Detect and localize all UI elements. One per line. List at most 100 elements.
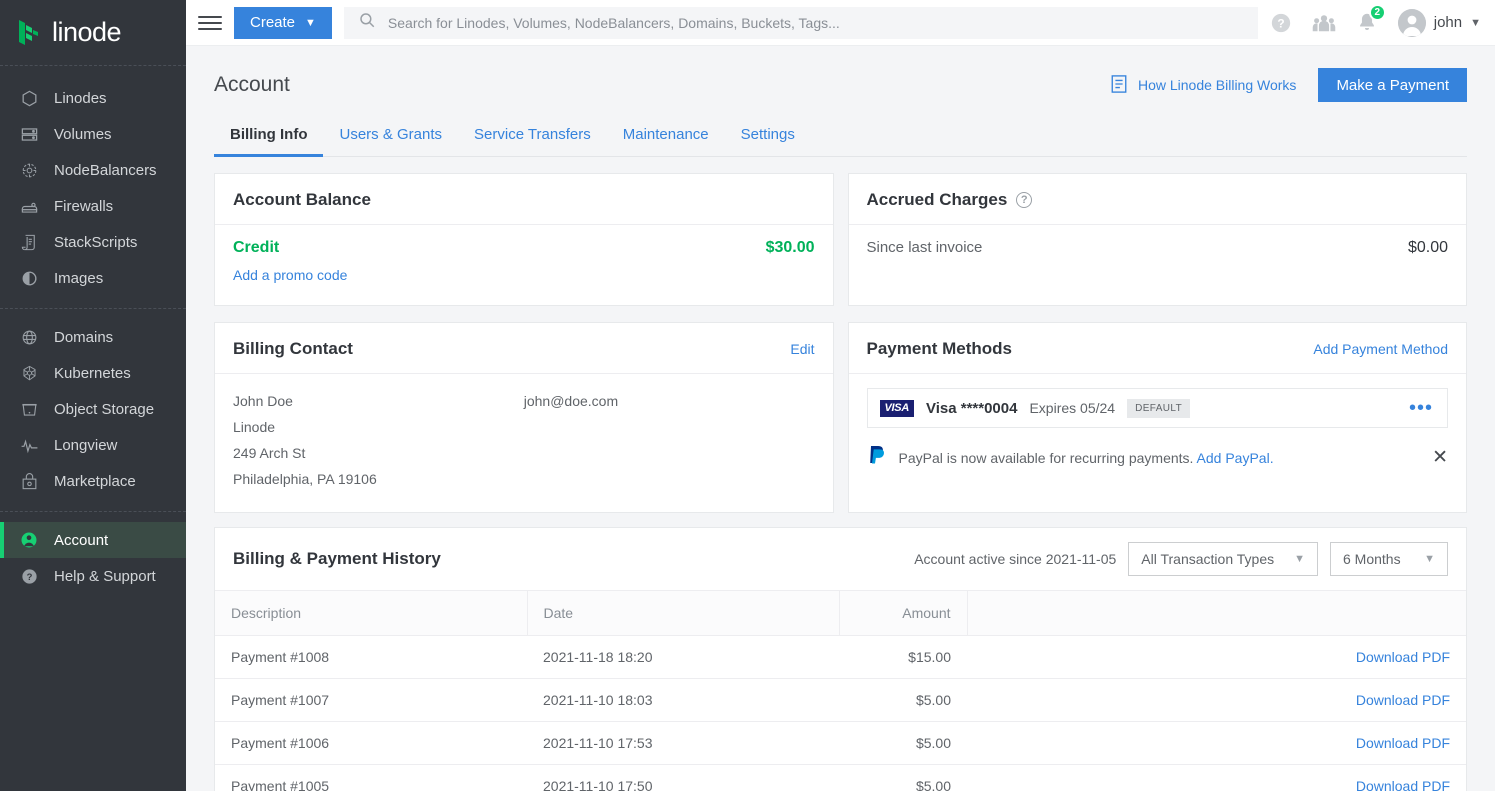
paypal-icon — [867, 444, 887, 471]
contact-email-col: john@doe.com — [524, 388, 815, 492]
row-description: Payment #1005 — [215, 765, 527, 791]
table-header: Description Date Amount — [215, 591, 1466, 636]
billing-history-title: Billing & Payment History — [233, 549, 441, 569]
sidebar-item-account[interactable]: Account — [0, 522, 186, 558]
tab-billing-info[interactable]: Billing Info — [214, 118, 323, 157]
search-bar[interactable] — [344, 7, 1258, 39]
account-balance-header: Account Balance — [215, 174, 833, 225]
tab-maintenance[interactable]: Maintenance — [607, 118, 725, 157]
sidebar-item-volumes[interactable]: Volumes — [0, 116, 186, 152]
sidebar-item-nodebalancers[interactable]: NodeBalancers — [0, 152, 186, 188]
notifications-bell-icon[interactable]: 2 — [1356, 11, 1378, 34]
add-payment-method-link[interactable]: Add Payment Method — [1313, 341, 1448, 357]
sidebar-item-marketplace[interactable]: Marketplace — [0, 463, 186, 499]
contact-address2: Philadelphia, PA 19106 — [233, 466, 524, 492]
table-row[interactable]: Payment #1005 2021-11-10 17:50 $5.00 Dow… — [215, 765, 1466, 791]
payment-method-row[interactable]: VISA Visa ****0004 Expires 05/24 DEFAULT… — [867, 388, 1449, 428]
balance-amount: $30.00 — [766, 239, 815, 257]
download-pdf-link[interactable]: Download PDF — [1356, 778, 1450, 791]
sidebar-item-longview[interactable]: Longview — [0, 427, 186, 463]
sidebar: linode Linodes Volumes — [0, 0, 186, 791]
column-amount[interactable]: Amount — [839, 591, 967, 636]
globe-icon — [18, 326, 40, 348]
account-icon — [18, 529, 40, 551]
make-payment-button[interactable]: Make a Payment — [1318, 68, 1467, 102]
table-row[interactable]: Payment #1006 2021-11-10 17:53 $5.00 Dow… — [215, 722, 1466, 765]
payment-methods-title: Payment Methods — [867, 339, 1012, 359]
create-button[interactable]: Create ▼ — [234, 7, 332, 39]
page-header: Account How Linode Billing Works Make a … — [214, 46, 1467, 102]
sidebar-item-kubernetes[interactable]: Kubernetes — [0, 355, 186, 391]
balance-row: Credit $30.00 — [233, 239, 815, 257]
download-pdf-link[interactable]: Download PDF — [1356, 692, 1450, 708]
sidebar-nav: Linodes Volumes NodeBalancers — [0, 66, 186, 594]
period-select[interactable]: 6 Months ▼ — [1330, 542, 1448, 576]
contact-email: john@doe.com — [524, 388, 815, 414]
notification-badge: 2 — [1369, 4, 1386, 21]
help-icon[interactable]: ? — [1270, 12, 1292, 34]
transaction-type-select[interactable]: All Transaction Types ▼ — [1128, 542, 1318, 576]
community-icon[interactable] — [1312, 12, 1336, 34]
sidebar-item-stackscripts[interactable]: StackScripts — [0, 224, 186, 260]
billing-contact-card: Billing Contact Edit John Doe Linode 249… — [214, 322, 834, 513]
kubernetes-icon — [18, 362, 40, 384]
top-bar: Create ▼ ? 2 — [186, 0, 1495, 46]
sidebar-item-label: Domains — [54, 329, 113, 346]
accrued-charges-title-text: Accrued Charges — [867, 190, 1008, 210]
sidebar-item-label: Help & Support — [54, 568, 156, 585]
sidebar-item-label: Images — [54, 270, 103, 287]
ellipsis-icon[interactable]: ••• — [1409, 398, 1433, 418]
firewall-icon — [18, 195, 40, 217]
sidebar-item-label: Marketplace — [54, 473, 136, 490]
volume-icon — [18, 123, 40, 145]
sidebar-item-linodes[interactable]: Linodes — [0, 80, 186, 116]
page-content: Account How Linode Billing Works Make a … — [186, 46, 1495, 791]
paypal-notice-message: PayPal is now available for recurring pa… — [899, 450, 1194, 466]
user-menu[interactable]: john ▼ — [1398, 9, 1481, 37]
row-date: 2021-11-18 18:20 — [527, 636, 839, 679]
add-promo-code-link[interactable]: Add a promo code — [233, 267, 347, 283]
contact-grid: John Doe Linode 249 Arch St Philadelphia… — [233, 388, 815, 492]
logo-area[interactable]: linode — [0, 0, 186, 66]
tab-users-grants[interactable]: Users & Grants — [323, 118, 458, 157]
billing-contact-body: John Doe Linode 249 Arch St Philadelphia… — [215, 374, 833, 512]
column-date[interactable]: Date — [527, 591, 839, 636]
menu-toggle-icon[interactable] — [198, 11, 222, 35]
table-row[interactable]: Payment #1007 2021-11-10 18:03 $5.00 Dow… — [215, 679, 1466, 722]
row-description: Payment #1007 — [215, 679, 527, 722]
sidebar-item-help-support[interactable]: ? Help & Support — [0, 558, 186, 594]
accrued-charges-card: Accrued Charges ? Since last invoice $0.… — [848, 173, 1468, 306]
row-description: Payment #1006 — [215, 722, 527, 765]
contact-company: Linode — [233, 414, 524, 440]
default-badge: DEFAULT — [1127, 399, 1190, 418]
search-icon — [358, 11, 376, 34]
sidebar-item-domains[interactable]: Domains — [0, 319, 186, 355]
sidebar-item-object-storage[interactable]: Object Storage — [0, 391, 186, 427]
visa-logo-icon: VISA — [880, 400, 914, 417]
download-pdf-link[interactable]: Download PDF — [1356, 735, 1450, 751]
edit-billing-contact-link[interactable]: Edit — [790, 341, 814, 357]
table-row[interactable]: Payment #1008 2021-11-18 18:20 $15.00 Do… — [215, 636, 1466, 679]
tab-settings[interactable]: Settings — [725, 118, 811, 157]
search-input[interactable] — [388, 15, 1244, 31]
chevron-down-icon: ▼ — [1424, 553, 1435, 565]
close-icon[interactable]: ✕ — [1432, 448, 1448, 467]
create-button-label: Create — [250, 14, 295, 31]
tab-service-transfers[interactable]: Service Transfers — [458, 118, 607, 157]
contact-address-col: John Doe Linode 249 Arch St Philadelphia… — [233, 388, 524, 492]
add-paypal-link[interactable]: Add PayPal. — [1197, 450, 1274, 466]
row-action: Download PDF — [967, 722, 1466, 765]
chevron-down-icon: ▼ — [1470, 17, 1481, 29]
sidebar-item-images[interactable]: Images — [0, 260, 186, 296]
help-circle-icon[interactable]: ? — [1016, 192, 1032, 208]
column-description[interactable]: Description — [215, 591, 527, 636]
billing-history-table: Description Date Amount Payment #1008 20… — [215, 590, 1466, 791]
sidebar-item-label: NodeBalancers — [54, 162, 157, 179]
sidebar-item-firewalls[interactable]: Firewalls — [0, 188, 186, 224]
sidebar-item-label: StackScripts — [54, 234, 137, 251]
how-billing-works-link[interactable]: How Linode Billing Works — [1110, 74, 1296, 97]
accrued-row: Since last invoice $0.00 — [867, 239, 1449, 257]
linode-logo-icon — [16, 18, 42, 48]
download-pdf-link[interactable]: Download PDF — [1356, 649, 1450, 665]
scroll-icon — [18, 231, 40, 253]
